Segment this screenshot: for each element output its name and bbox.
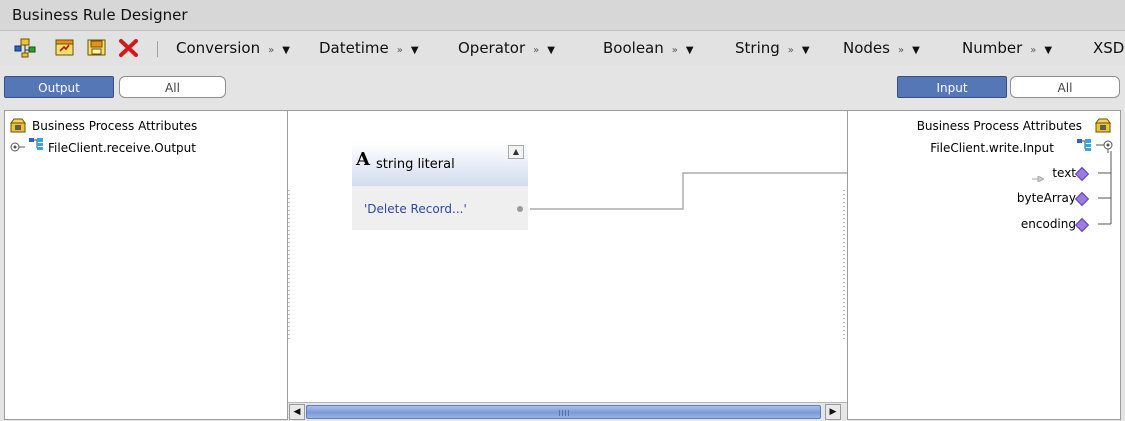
tree-add-icon[interactable]	[14, 38, 36, 58]
output-port-icon[interactable]	[517, 206, 523, 212]
chevron-icon: »	[897, 45, 905, 56]
field-bytearray-label[interactable]: byteArray	[1017, 191, 1076, 205]
folder-icon	[1094, 117, 1112, 136]
field-port-icon[interactable]	[1074, 191, 1090, 207]
chevron-icon: »	[268, 45, 275, 56]
canvas-left-edge	[288, 190, 290, 340]
input-all-button[interactable]: All	[1010, 76, 1120, 98]
window-title: Business Rule Designer	[12, 6, 188, 24]
output-child-label[interactable]: FileClient.receive.Output	[48, 141, 196, 155]
datetime-menu[interactable]: Datetime» ▼	[319, 39, 419, 57]
chevron-icon: »	[1030, 45, 1037, 56]
chevron-icon: »	[396, 45, 403, 56]
dropdown-arrow-icon: ▼	[282, 45, 290, 56]
dropdown-arrow-icon: ▼	[912, 45, 920, 56]
folder-icon	[9, 117, 27, 136]
edit-icon[interactable]	[54, 38, 76, 58]
boolean-menu[interactable]: Boolean» ▼	[603, 39, 694, 57]
operator-menu[interactable]: Operator» ▼	[458, 39, 555, 57]
input-root-label[interactable]: Business Process Attributes	[917, 119, 1082, 133]
dropdown-arrow-icon: ▼	[685, 45, 694, 56]
node-header: A string literal ▲	[352, 142, 528, 186]
scroll-right-icon[interactable]: ▶	[825, 404, 841, 420]
chevron-icon: »	[533, 45, 540, 56]
dropdown-arrow-icon: ▼	[410, 45, 419, 56]
scroll-left-icon[interactable]: ◀	[289, 404, 305, 420]
delete-icon[interactable]	[118, 38, 140, 58]
number-menu[interactable]: Number» ▼	[962, 39, 1052, 57]
collapse-icon[interactable]: ▲	[508, 145, 524, 159]
scroll-thumb[interactable]	[306, 405, 821, 419]
dropdown-arrow-icon: ▼	[547, 45, 555, 56]
field-encoding-label[interactable]: encoding	[1021, 217, 1076, 231]
expand-handle-icon[interactable]	[10, 141, 26, 155]
field-text-label[interactable]: text	[1052, 166, 1076, 180]
save-icon[interactable]	[86, 38, 108, 58]
nodes-menu[interactable]: Nodes» ▼	[843, 39, 920, 57]
string-type-icon: A	[356, 149, 370, 170]
node-title: string literal	[376, 157, 455, 172]
tree-node-icon	[28, 137, 44, 154]
field-tree-lines	[1098, 151, 1112, 225]
string-literal-node[interactable]: A string literal ▲ 'Delete Record...'	[352, 142, 528, 230]
dropdown-arrow-icon: ▼	[1044, 45, 1053, 56]
field-port-icon[interactable]	[1074, 217, 1090, 233]
dropdown-arrow-icon: ▼	[801, 45, 810, 56]
toolbar: Conversion» ▼ Datetime» ▼ Operator» ▼ Boole…	[0, 31, 1125, 65]
horizontal-scrollbar[interactable]: ◀ ▶	[288, 402, 847, 421]
output-tree-panel: Business Process Attributes FileClient.r…	[4, 110, 288, 420]
conversion-menu[interactable]: Conversion» ▼	[176, 39, 290, 57]
title-bar: Business Rule Designer	[0, 0, 1125, 31]
chevron-icon: »	[787, 45, 794, 56]
input-toggle-button[interactable]: Input	[897, 76, 1007, 98]
chevron-icon: »	[671, 45, 678, 56]
output-root-label[interactable]: Business Process Attributes	[32, 119, 197, 133]
text-port-icon[interactable]	[1032, 171, 1046, 185]
xsd-menu[interactable]: XSD	[1093, 39, 1125, 57]
output-toggle-button[interactable]: Output	[4, 76, 114, 98]
toolbar-separator	[157, 41, 158, 57]
input-tree-panel: Business Process Attributes FileClient.w…	[847, 110, 1121, 420]
string-menu[interactable]: String» ▼	[735, 39, 810, 57]
field-port-icon[interactable]	[1074, 166, 1090, 182]
output-all-button[interactable]: All	[119, 76, 226, 98]
input-child-label[interactable]: FileClient.write.Input	[930, 141, 1054, 155]
connector-line	[530, 172, 850, 210]
literal-value[interactable]: 'Delete Record...'	[364, 202, 467, 216]
scroll-grip	[559, 410, 571, 416]
